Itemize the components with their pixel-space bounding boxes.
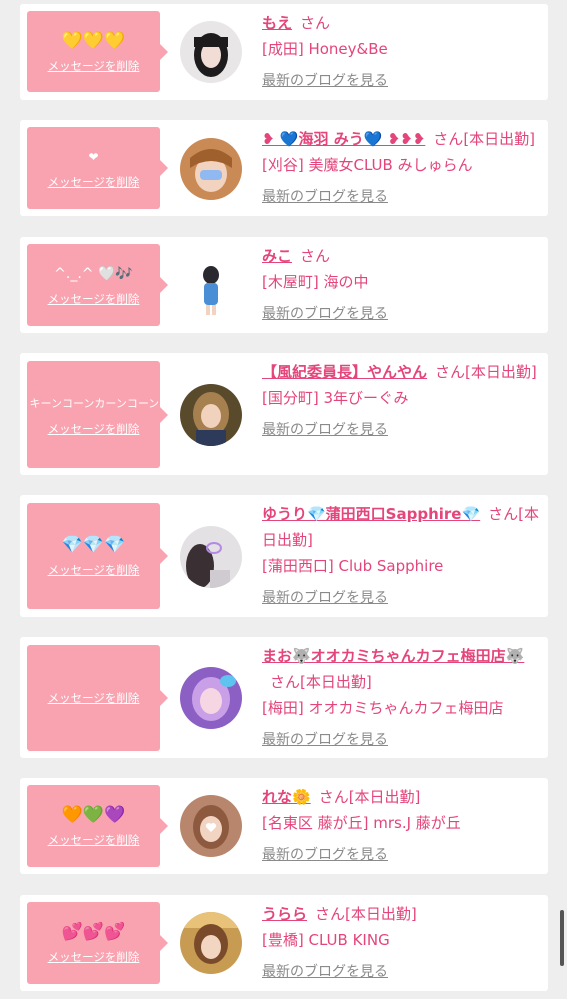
- list-item: 💕💕💕 メッセージを削除 うらら さん[本日出勤] [豊橋] CLUB KING …: [20, 895, 548, 991]
- avatar[interactable]: [180, 667, 242, 729]
- avatar[interactable]: [180, 795, 242, 857]
- delete-message-link[interactable]: メッセージを削除: [48, 421, 140, 437]
- avatar[interactable]: [180, 526, 242, 588]
- honorific: さん: [488, 505, 519, 523]
- girl-name-link[interactable]: ❥ 💙海羽 みう💙 ❥❥❥: [262, 130, 425, 148]
- list-item: ^._.^ 🤍🎶 メッセージを削除 みこ さん [木屋町] 海の中 最新のブログを…: [20, 237, 548, 333]
- delete-message-link[interactable]: メッセージを削除: [48, 58, 140, 74]
- avatar-photo-icon: [180, 384, 242, 446]
- avatar-photo-icon: [180, 21, 242, 83]
- avatar-photo-icon: [180, 138, 242, 200]
- list-item: ❤ メッセージを削除 ❥ 💙海羽 みう💙 ❥❥❥ さん[本日出勤] [刈谷] 美魔…: [20, 120, 548, 216]
- girl-name-link[interactable]: ゆうり💎蒲田西口Sapphire💎: [262, 505, 480, 523]
- avatar[interactable]: [180, 384, 242, 446]
- entry-info: うらら さん[本日出勤] [豊橋] CLUB KING 最新のブログを見る: [262, 901, 544, 985]
- message-bubble: 🧡💚💜 メッセージを削除: [27, 785, 168, 867]
- shop-name: [蒲田西口] Club Sapphire: [262, 557, 444, 575]
- status-badge: [本日出勤]: [345, 905, 417, 923]
- message-text: 💎💎💎: [61, 535, 126, 555]
- entry-info: れな🌼 さん[本日出勤] [名東区 藤が丘] mrs.J 藤が丘 最新のブログを見…: [262, 784, 544, 868]
- honorific: さん: [435, 363, 466, 381]
- avatar[interactable]: [180, 912, 242, 974]
- latest-blog-link[interactable]: 最新のブログを見る: [262, 727, 388, 753]
- latest-blog-link[interactable]: 最新のブログを見る: [262, 585, 388, 611]
- delete-message-link[interactable]: メッセージを削除: [48, 291, 140, 307]
- shop-name: [豊橋] CLUB KING: [262, 931, 390, 949]
- avatar-photo-icon: [180, 795, 242, 857]
- message-bubble: ^._.^ 🤍🎶 メッセージを削除: [27, 244, 168, 326]
- message-text: 🧡💚💜: [61, 805, 126, 825]
- honorific: さん: [318, 788, 349, 806]
- status-badge: [本日出勤]: [348, 788, 421, 806]
- girl-name-link[interactable]: うらら: [262, 905, 307, 923]
- shop-name: [木屋町] 海の中: [262, 273, 369, 291]
- honorific: さん: [270, 673, 301, 691]
- avatar-photo-icon: [180, 667, 242, 729]
- message-text: キーンコーンカーンコーン🏫: [29, 396, 158, 410]
- list-item: 💛💛💛 メッセージを削除 もえ さん [成田] Honey&Be 最新のブログを見…: [20, 4, 548, 100]
- latest-blog-link[interactable]: 最新のブログを見る: [262, 959, 388, 985]
- shop-name: [成田] Honey&Be: [262, 40, 388, 58]
- avatar[interactable]: [180, 138, 242, 200]
- message-text: ❤: [88, 150, 99, 164]
- entry-info: もえ さん [成田] Honey&Be 最新のブログを見る: [262, 10, 544, 94]
- avatar-photo-icon: [180, 255, 242, 317]
- girl-name-link[interactable]: もえ: [262, 14, 292, 32]
- honorific: さん: [433, 130, 464, 148]
- latest-blog-link[interactable]: 最新のブログを見る: [262, 68, 388, 94]
- honorific: さん: [300, 247, 331, 265]
- entry-info: 【風紀委員長】やんやん さん[本日出勤] [国分町] 3年びーぐみ 最新のブログを…: [262, 359, 544, 443]
- avatar-photo-icon: [180, 526, 242, 588]
- shop-name: [刈谷] 美魔女CLUB みしゅらん: [262, 156, 473, 174]
- girl-name-link[interactable]: みこ: [262, 247, 292, 265]
- message-list: 💛💛💛 メッセージを削除 もえ さん [成田] Honey&Be 最新のブログを見…: [0, 0, 567, 999]
- list-item: キーンコーンカーンコーン🏫 メッセージを削除 【風紀委員長】やんやんさん[本日出…: [20, 353, 548, 475]
- shop-name: [国分町] 3年びーぐみ: [262, 389, 409, 407]
- message-bubble: 💕💕💕 メッセージを削除: [27, 902, 168, 984]
- latest-blog-link[interactable]: 最新のブログを見る: [262, 184, 388, 210]
- status-badge: [本日出勤]: [463, 130, 536, 148]
- avatar-photo-icon: [180, 912, 242, 974]
- list-item: 💎💎💎 メッセージを削除 ゆうり💎蒲田西口Sapphire💎 さん[本日出勤] […: [20, 495, 548, 617]
- latest-blog-link[interactable]: 最新のブログを見る: [262, 417, 388, 443]
- scrollbar[interactable]: [560, 910, 564, 966]
- girl-name-link[interactable]: 【風紀委員長】やんやん: [262, 363, 427, 381]
- girl-name-link[interactable]: まお🐺オオカミちゃんカフェ梅田店🐺: [262, 647, 524, 665]
- entry-info: ゆうり💎蒲田西口Sapphire💎 さん[本日出勤] [蒲田西口] Club Sa…: [262, 501, 544, 611]
- entry-info: みこ さん [木屋町] 海の中 最新のブログを見る: [262, 243, 544, 327]
- message-bubble: 💛💛💛 メッセージを削除: [27, 11, 168, 92]
- delete-message-link[interactable]: メッセージを削除: [48, 174, 140, 190]
- shop-name: [名東区 藤が丘] mrs.J 藤が丘: [262, 814, 461, 832]
- delete-message-link[interactable]: メッセージを削除: [48, 690, 140, 706]
- delete-message-link[interactable]: メッセージを削除: [48, 949, 140, 965]
- status-badge: [本日出勤]: [465, 363, 537, 381]
- message-text: ^._.^ 🤍🎶: [54, 266, 133, 282]
- message-bubble: 💎💎💎 メッセージを削除: [27, 503, 168, 609]
- list-item: 🧡💚💜 メッセージを削除 れな🌼 さん[本日出勤] [名東区 藤が丘] mrs.J…: [20, 778, 548, 874]
- entry-info: まお🐺オオカミちゃんカフェ梅田店🐺 さん[本日出勤] [梅田] オオカミちゃんカフ…: [262, 643, 544, 753]
- status-badge: [本日出勤]: [300, 673, 372, 691]
- latest-blog-link[interactable]: 最新のブログを見る: [262, 842, 388, 868]
- delete-message-link[interactable]: メッセージを削除: [48, 832, 140, 848]
- list-item: メッセージを削除 まお🐺オオカミちゃんカフェ梅田店🐺 さん[本日出勤] [梅田] …: [20, 637, 548, 758]
- delete-message-link[interactable]: メッセージを削除: [48, 562, 140, 578]
- honorific: さん: [300, 14, 331, 32]
- entry-info: ❥ 💙海羽 みう💙 ❥❥❥ さん[本日出勤] [刈谷] 美魔女CLUB みしゅらん…: [262, 126, 544, 210]
- message-text: 💛💛💛: [61, 30, 126, 51]
- message-bubble: メッセージを削除: [27, 645, 168, 751]
- message-text: 💕💕💕: [61, 922, 126, 942]
- message-bubble: キーンコーンカーンコーン🏫 メッセージを削除: [27, 361, 168, 468]
- avatar[interactable]: [180, 21, 242, 83]
- avatar[interactable]: [180, 255, 242, 317]
- shop-name: [梅田] オオカミちゃんカフェ梅田店: [262, 699, 504, 717]
- message-bubble: ❤ メッセージを削除: [27, 127, 168, 209]
- girl-name-link[interactable]: れな🌼: [262, 788, 311, 806]
- latest-blog-link[interactable]: 最新のブログを見る: [262, 301, 388, 327]
- honorific: さん: [315, 905, 346, 923]
